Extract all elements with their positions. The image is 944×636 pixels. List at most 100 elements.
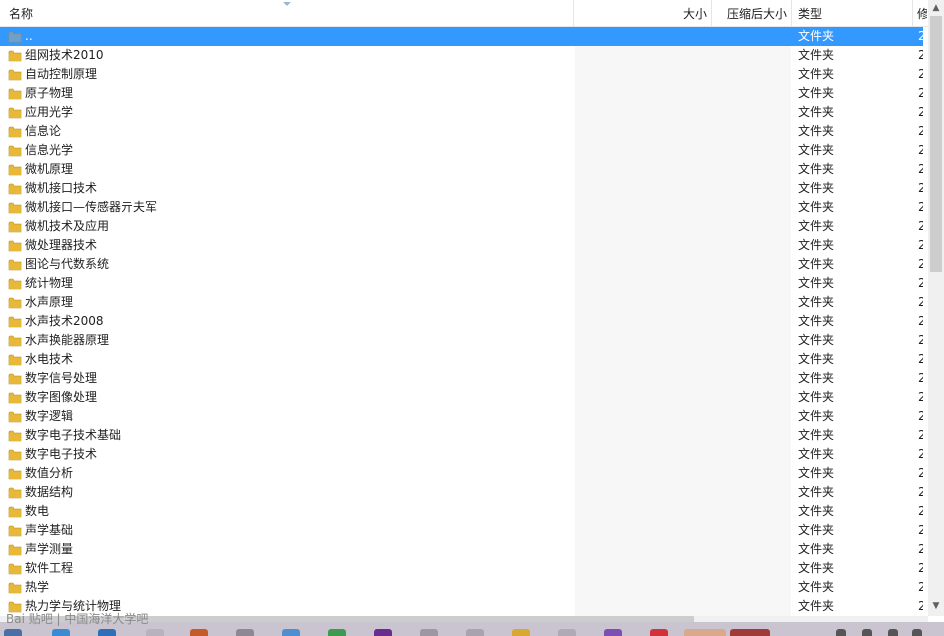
item-name: 数据结构 xyxy=(25,485,74,499)
list-item[interactable]: 组网技术2010 文件夹 2 xyxy=(0,46,923,65)
list-item[interactable]: 微处理器技术 文件夹 2 xyxy=(0,236,923,255)
item-modified: 2 xyxy=(918,352,923,366)
file-list[interactable]: .. 文件夹 2 组网技术2010 文件夹 2 自动控制原理 文件夹 2 原子物理 文件夹 2 应用光学… xyxy=(0,27,923,616)
list-item[interactable]: 水声换能器原理 文件夹 2 xyxy=(0,331,923,350)
item-modified: 2 xyxy=(918,599,923,613)
list-item[interactable]: 数字电子技术基础 文件夹 2 xyxy=(0,426,923,445)
scroll-down-icon[interactable]: ▼ xyxy=(928,598,944,614)
item-name: 组网技术2010 xyxy=(25,48,104,62)
column-header-type[interactable]: 类型 xyxy=(798,0,898,27)
list-item[interactable]: 声学基础 文件夹 2 xyxy=(0,521,923,540)
taskbar-app-icon[interactable] xyxy=(512,629,530,636)
scroll-up-icon[interactable]: ▲ xyxy=(928,0,944,16)
list-item[interactable]: 微机技术及应用 文件夹 2 xyxy=(0,217,923,236)
item-name: 水声原理 xyxy=(25,295,74,309)
item-type: 文件夹 xyxy=(798,542,835,556)
taskbar-app-icon[interactable] xyxy=(190,629,208,636)
taskbar-app-icon[interactable] xyxy=(236,629,254,636)
tray-icon[interactable] xyxy=(836,629,846,636)
taskbar-app-icon[interactable] xyxy=(52,629,70,636)
list-item[interactable]: 数电 文件夹 2 xyxy=(0,502,923,521)
taskbar-app-icon[interactable] xyxy=(604,629,622,636)
item-type: 文件夹 xyxy=(798,48,835,62)
item-modified: 2 xyxy=(918,257,923,271)
folder-icon xyxy=(8,68,22,81)
column-header-size[interactable]: 大小 xyxy=(575,0,707,27)
vertical-scroll-thumb[interactable] xyxy=(930,16,942,272)
item-type: 文件夹 xyxy=(798,257,835,271)
taskbar-app-icon[interactable] xyxy=(420,629,438,636)
taskbar-app-icon[interactable] xyxy=(374,629,392,636)
item-modified: 2 xyxy=(918,523,923,537)
item-type: 文件夹 xyxy=(798,276,835,290)
list-item[interactable]: 统计物理 文件夹 2 xyxy=(0,274,923,293)
list-item[interactable]: 应用光学 文件夹 2 xyxy=(0,103,923,122)
taskbar-app-icon[interactable] xyxy=(730,629,770,636)
item-modified: 2 xyxy=(918,238,923,252)
list-item[interactable]: 数据结构 文件夹 2 xyxy=(0,483,923,502)
list-item[interactable]: 软件工程 文件夹 2 xyxy=(0,559,923,578)
list-item[interactable]: 水电技术 文件夹 2 xyxy=(0,350,923,369)
list-item[interactable]: 热学 文件夹 2 xyxy=(0,578,923,597)
item-modified: 2 xyxy=(918,485,923,499)
taskbar-app-icon[interactable] xyxy=(282,629,300,636)
column-divider[interactable] xyxy=(912,0,913,27)
column-header-name[interactable]: 名称 xyxy=(9,0,569,27)
taskbar-app-icon[interactable] xyxy=(650,629,668,636)
column-divider[interactable] xyxy=(573,0,574,27)
tray-icon[interactable] xyxy=(912,629,922,636)
item-name: 数电 xyxy=(25,504,50,518)
watermark: Bai 贴吧 | 中国海洋大学吧 xyxy=(6,612,149,626)
item-name: 水声技术2008 xyxy=(25,314,104,328)
item-name: .. xyxy=(25,29,33,43)
tray-icon[interactable] xyxy=(862,629,872,636)
file-rows: .. 文件夹 2 组网技术2010 文件夹 2 自动控制原理 文件夹 2 原子物理 文件夹 2 应用光学… xyxy=(0,27,923,616)
list-item[interactable]: 数字电子技术 文件夹 2 xyxy=(0,445,923,464)
list-item[interactable]: 微机原理 文件夹 2 xyxy=(0,160,923,179)
taskbar-app-icon[interactable] xyxy=(328,629,346,636)
list-item[interactable]: 数字信号处理 文件夹 2 xyxy=(0,369,923,388)
list-item[interactable]: 数字图像处理 文件夹 2 xyxy=(0,388,923,407)
item-type: 文件夹 xyxy=(798,504,835,518)
item-name: 微处理器技术 xyxy=(25,238,98,252)
list-item[interactable]: 声学测量 文件夹 2 xyxy=(0,540,923,559)
folder-icon xyxy=(8,448,22,461)
item-name: 信息论 xyxy=(25,124,62,138)
taskbar-app-icon[interactable] xyxy=(684,629,726,636)
list-item[interactable]: 微机接口技术 文件夹 2 xyxy=(0,179,923,198)
column-header-compressed-size[interactable]: 压缩后大小 xyxy=(713,0,787,27)
list-item[interactable]: 微机接口—传感器亓夫军 文件夹 2 xyxy=(0,198,923,217)
vertical-scrollbar[interactable]: ▲ ▼ xyxy=(928,0,944,616)
folder-icon xyxy=(8,410,22,423)
folder-icon xyxy=(8,505,22,518)
list-item[interactable]: .. 文件夹 2 xyxy=(0,27,923,46)
list-item[interactable]: 水声技术2008 文件夹 2 xyxy=(0,312,923,331)
folder-icon xyxy=(8,201,22,214)
item-name: 微机接口—传感器亓夫军 xyxy=(25,200,158,214)
item-modified: 2 xyxy=(918,181,923,195)
item-type: 文件夹 xyxy=(798,67,835,81)
item-modified: 2 xyxy=(918,314,923,328)
taskbar-app-icon[interactable] xyxy=(146,629,164,636)
list-item[interactable]: 自动控制原理 文件夹 2 xyxy=(0,65,923,84)
list-item[interactable]: 数值分析 文件夹 2 xyxy=(0,464,923,483)
item-type: 文件夹 xyxy=(798,314,835,328)
item-type: 文件夹 xyxy=(798,181,835,195)
list-item[interactable]: 信息光学 文件夹 2 xyxy=(0,141,923,160)
taskbar-app-icon[interactable] xyxy=(558,629,576,636)
list-item[interactable]: 数字逻辑 文件夹 2 xyxy=(0,407,923,426)
item-type: 文件夹 xyxy=(798,29,835,43)
taskbar-app-icon[interactable] xyxy=(466,629,484,636)
tray-icon[interactable] xyxy=(888,629,898,636)
start-icon[interactable] xyxy=(4,629,22,636)
item-type: 文件夹 xyxy=(798,238,835,252)
list-item[interactable]: 信息论 文件夹 2 xyxy=(0,122,923,141)
item-modified: 2 xyxy=(918,48,923,62)
column-header-modified[interactable]: 修 xyxy=(917,0,927,27)
column-divider[interactable] xyxy=(791,0,792,27)
list-item[interactable]: 图论与代数系统 文件夹 2 xyxy=(0,255,923,274)
list-item[interactable]: 水声原理 文件夹 2 xyxy=(0,293,923,312)
taskbar-app-icon[interactable] xyxy=(98,629,116,636)
list-item[interactable]: 原子物理 文件夹 2 xyxy=(0,84,923,103)
column-divider[interactable] xyxy=(711,0,712,27)
